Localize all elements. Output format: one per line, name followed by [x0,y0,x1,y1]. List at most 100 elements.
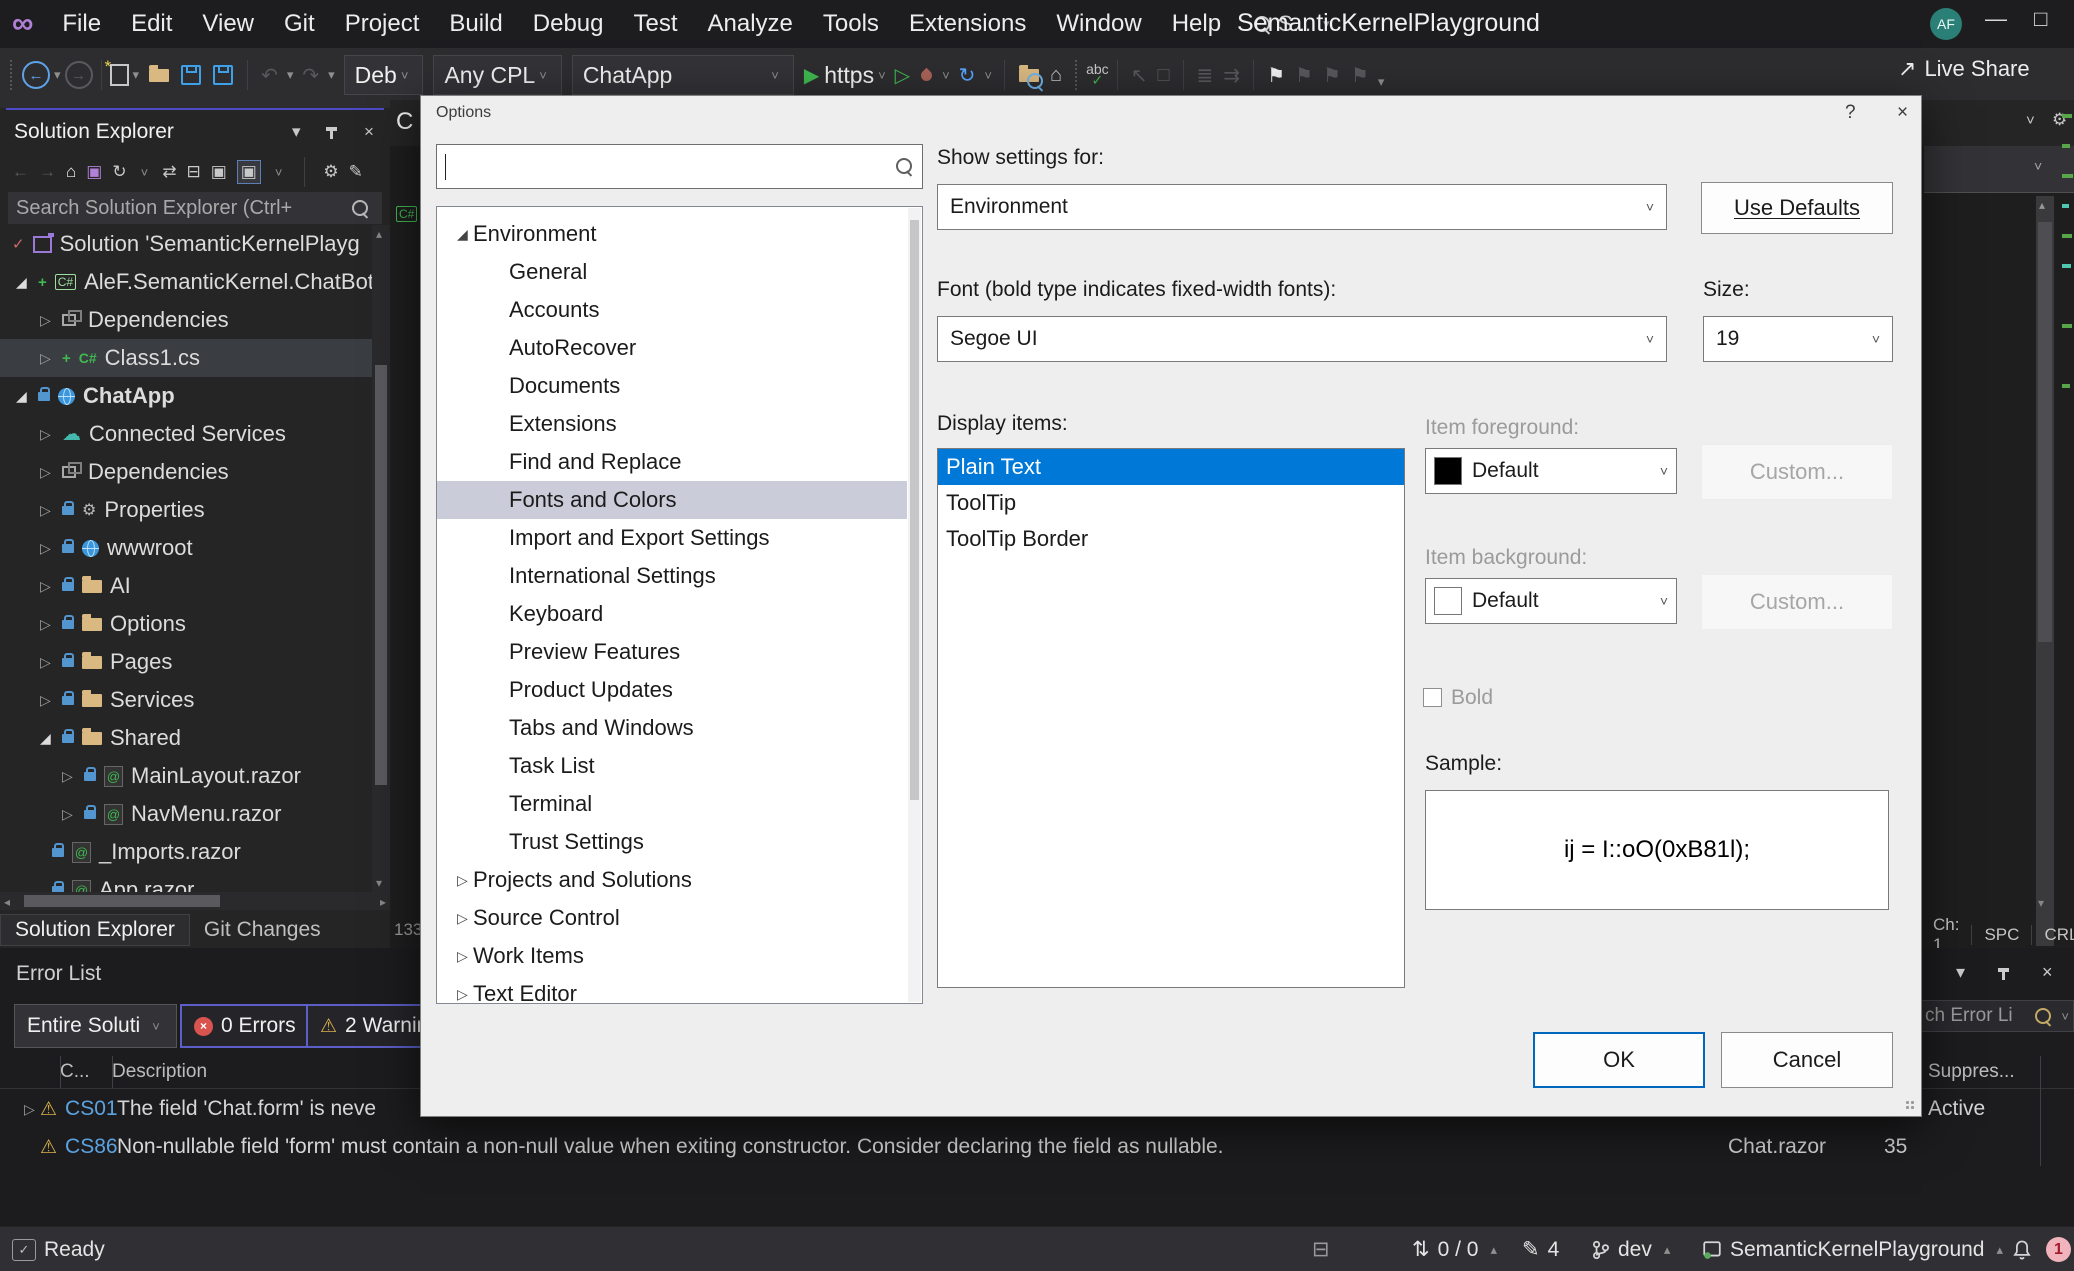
chevron-collapsed-icon[interactable]: ▷ [24,1101,38,1118]
chevron-collapsed-icon[interactable]: ▷ [40,540,54,557]
se-forward-icon[interactable]: → [39,162,56,182]
options-search-input[interactable] [436,144,923,189]
chevron-expanded-icon[interactable]: ◢ [457,226,473,243]
font-dropdown[interactable]: Segoe UI ˅ [937,316,1667,362]
options-node-international[interactable]: International Settings [437,557,907,595]
switch-views-icon[interactable]: ▣ [86,162,102,182]
menu-help[interactable]: Help [1157,10,1236,38]
maximize-button[interactable]: □ [2034,6,2047,32]
solution-configuration-dropdown[interactable]: Deb ˅ [343,55,424,95]
chevron-collapsed-icon[interactable]: ▷ [457,872,473,889]
editor-options-gear-icon[interactable]: ⚙ [2052,110,2067,130]
scrollbar-thumb[interactable] [2038,222,2052,642]
menu-file[interactable]: File [47,10,116,38]
tree-item-connected-services[interactable]: ▷ ☁ Connected Services [0,415,374,453]
pin-icon[interactable] [1998,964,2009,985]
editor-vertical-scrollbar[interactable]: ▴ [2036,196,2054,946]
shift-right-icon[interactable]: ⇉ [1223,63,1240,88]
options-node-tabs-and-windows[interactable]: Tabs and Windows [437,709,907,747]
tree-item-options[interactable]: ▷ Options [0,605,374,643]
show-settings-for-dropdown[interactable]: Environment ˅ [937,184,1667,230]
help-icon[interactable]: ? [1845,102,1856,124]
errors-filter-button[interactable]: × 0 Errors [180,1004,310,1048]
copy-parent-icon[interactable]: □ [1157,64,1169,87]
menu-edit[interactable]: Edit [116,10,187,38]
live-share-button[interactable]: ↗ Live Share [1898,56,2030,82]
menu-build[interactable]: Build [434,10,517,38]
preview-changes-icon[interactable]: ✎ [349,162,363,182]
new-file-dropdown-icon[interactable]: ▾ [133,67,140,83]
solution-platform-dropdown[interactable]: Any CPL ˅ [433,55,562,95]
error-code-link[interactable]: CS01 [65,1097,117,1121]
dialog-resize-grip[interactable] [1905,1100,1915,1110]
tree-item-imports[interactable]: @ _Imports.razor [0,833,374,871]
menu-view[interactable]: View [187,10,269,38]
menu-extensions[interactable]: Extensions [894,10,1041,38]
toggle-bookmark-icon[interactable]: ⚑ [1267,63,1285,88]
tree-item-pages[interactable]: ▷ Pages [0,643,374,681]
se-home-icon[interactable]: ⌂ [66,162,76,182]
chevron-collapsed-icon[interactable]: ▷ [62,768,76,785]
chevron-collapsed-icon[interactable]: ▷ [40,578,54,595]
options-node-product-updates[interactable]: Product Updates [437,671,907,709]
tree-item-solution[interactable]: ✓ Solution 'SemanticKernelPlayg [0,225,374,263]
header-description[interactable]: Description [112,1061,207,1083]
toolbar-overflow-icon[interactable]: ▾ [1378,74,1385,90]
clear-bookmarks-icon[interactable]: ⚑ [1351,63,1369,88]
chevron-expanded-icon[interactable]: ◢ [40,730,54,747]
preview-selected-icon[interactable]: ▣ [211,162,227,182]
navigation-bar-dropdown[interactable]: ˅ [1924,146,2074,193]
scrollbar-down-icon[interactable]: ▾ [376,876,382,890]
tree-item-dependencies[interactable]: ▷ Dependencies [0,301,374,339]
options-node-environment[interactable]: ◢ Environment [437,215,907,253]
options-node-autorecover[interactable]: AutoRecover [437,329,907,367]
options-node-accounts[interactable]: Accounts [437,291,907,329]
notifications-button[interactable] [2012,1227,2032,1271]
scrollbar-right-icon[interactable]: ▸ [380,895,386,909]
menu-debug[interactable]: Debug [518,10,619,38]
error-code-link[interactable]: CS86 [65,1135,117,1159]
pin-icon[interactable] [326,124,337,144]
options-node-projects-solutions[interactable]: ▷ Projects and Solutions [437,861,907,899]
solution-home-icon[interactable]: ⌂ [1050,64,1062,87]
column-divider[interactable] [60,1056,61,1088]
chevron-collapsed-icon[interactable]: ▷ [457,986,473,1003]
spell-checker-icon[interactable]: abc ✓ [1086,62,1109,87]
panel-menu-icon[interactable]: ▾ [1956,962,1965,983]
close-icon[interactable]: × [2042,962,2053,983]
custom-background-button[interactable]: Custom... [1701,574,1893,630]
options-node-find-and-replace[interactable]: Find and Replace [437,443,907,481]
tree-item-chatapp-project[interactable]: ◢ ChatApp [0,377,374,415]
notification-badge[interactable]: 1 [2046,1237,2071,1262]
properties-wrench-icon[interactable]: ⚙ [323,162,338,182]
options-node-terminal[interactable]: Terminal [437,785,907,823]
solution-explorer-search-input[interactable]: Search Solution Explorer (Ctrl+ [8,192,382,224]
save-icon[interactable] [181,65,202,85]
repository-button[interactable]: SemanticKernelPlayground ▴ [1702,1227,2007,1271]
menu-analyze[interactable]: Analyze [693,10,808,38]
chevron-collapsed-icon[interactable]: ▷ [40,692,54,709]
collapse-all-icon[interactable]: ⊟ [186,162,200,182]
navigate-forward-icon[interactable]: → [64,61,93,89]
toolbar-grip[interactable] [10,60,16,90]
error-row-2[interactable]: ⚠ CS86 Non-nullable field 'form' must co… [0,1128,2074,1166]
chevron-collapsed-icon[interactable]: ▷ [40,616,54,633]
scrollbar-down-icon[interactable]: ▾ [2038,896,2044,910]
use-defaults-button[interactable]: Use Defaults [1701,182,1893,234]
indent-lines-icon[interactable]: ≣ [1197,63,1214,88]
account-avatar[interactable]: AF [1930,8,1962,40]
column-divider[interactable] [112,1056,113,1088]
item-foreground-dropdown[interactable]: Default ˅ [1425,448,1677,494]
header-code[interactable]: C... [60,1061,112,1083]
options-node-extensions[interactable]: Extensions [437,405,907,443]
options-node-trust-settings[interactable]: Trust Settings [437,823,907,861]
tree-item-shared[interactable]: ◢ Shared [0,719,374,757]
tree-item-chatbot-project[interactable]: ◢ + C# AleF.SemanticKernel.ChatBot [0,263,374,301]
item-background-dropdown[interactable]: Default ˅ [1425,578,1677,624]
se-back-icon[interactable]: ← [12,162,29,182]
menu-window[interactable]: Window [1041,10,1156,38]
restart-dropdown-icon[interactable]: ˅ [984,68,992,83]
options-node-general[interactable]: General [437,253,907,291]
options-tree-scrollbar[interactable] [908,208,921,1002]
header-suppression[interactable]: Suppres... [1928,1061,2015,1083]
